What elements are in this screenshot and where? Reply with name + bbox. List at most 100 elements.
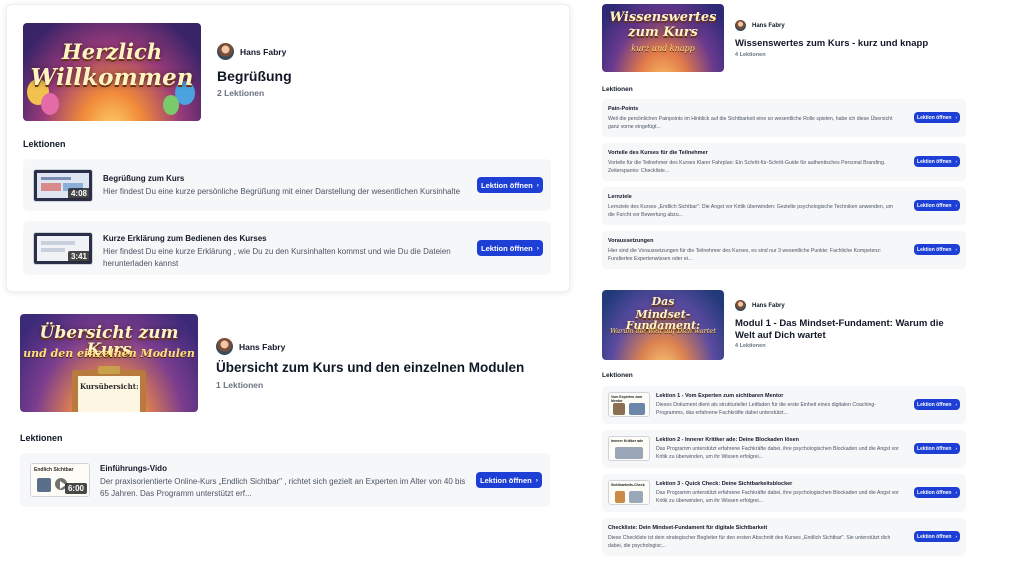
chevron-right-icon: › [955,203,957,208]
preview-bar [41,241,75,245]
open-lesson-label: Lektion öffnen [917,489,952,496]
lesson-description: Diese Checkliste ist dein strategischer … [608,535,891,549]
lesson-row[interactable]: Checkliste: Dein Mindset-Fundament für d… [602,518,966,556]
lesson-title[interactable]: Checkliste: Dein Mindset-Fundament für d… [608,525,767,531]
lesson-row[interactable]: Endlich Sichtbar 6:00 Einführungs-Vido D… [20,453,550,507]
thumbnail-title-line1: Das [651,295,675,308]
balloon-right-2 [163,95,179,115]
lesson-description: Hier sind die Voraussetzungen für die Te… [608,248,882,262]
lesson-title[interactable]: Lernziele [608,194,632,200]
lesson-title[interactable]: Pain-Points [608,106,638,112]
chevron-right-icon: › [535,476,538,484]
lesson-description: Dieses Dokument dient als strukturieller… [656,402,877,416]
lesson-row[interactable]: Pain-Points Weil die persönlichen Painpo… [602,99,966,137]
module-thumbnail-welcome[interactable]: Herzlich Willkommen [23,23,201,121]
balloon-left-2 [41,93,59,115]
lesson-thumb-figure [615,447,643,459]
video-duration: 3:41 [67,251,90,262]
module-author: Hans Fabry [735,300,785,311]
lesson-video-thumbnail[interactable]: Endlich Sichtbar 6:00 [30,463,90,497]
lesson-thumb-figure [629,491,643,503]
chevron-right-icon: › [955,247,957,252]
lesson-row[interactable]: 3:41 Kurze Erklärung zum Bedienen des Ku… [23,221,551,275]
author-name: Hans Fabry [239,341,286,352]
lesson-thumbnail[interactable]: Sichtbarkeits-Check [608,480,650,505]
open-lesson-button[interactable]: Lektion öffnen › [914,244,960,255]
chevron-right-icon: › [955,402,957,407]
module-title[interactable]: Begrüßung [217,68,292,84]
clipboard-clip [98,366,120,374]
lessons-heading: Lektionen [602,86,633,93]
lesson-thumb-label: Vom Experten zum Mentor [611,395,643,403]
open-lesson-button[interactable]: Lektion öffnen › [914,112,960,123]
thumbnail-subtitle: kurz und knapp [631,44,695,53]
thumbnail-title-line1: Wissenswertes [609,10,717,25]
open-lesson-label: Lektion öffnen [917,533,952,540]
lesson-thumb-label: Sichtbarkeits-Check [611,483,645,487]
lesson-row[interactable]: Vom Experten zum Mentor Lektion 1 - Vom … [602,386,966,424]
video-thumb-figure [37,478,51,492]
thumbnail-title-line2: zum Kurs [628,25,698,40]
module-title[interactable]: Wissenswertes zum Kurs - kurz und knapp [735,38,928,49]
lesson-row[interactable]: Voraussetzungen Hier sind die Voraussetz… [602,231,966,269]
module-lesson-count: 4 Lektionen [735,343,766,349]
clipboard-label: Kursübersicht: [80,382,139,391]
author-avatar [216,338,233,355]
module-title[interactable]: Übersicht zum Kurs und den einzelnen Mod… [216,360,524,375]
open-lesson-button[interactable]: Lektion öffnen › [476,472,542,488]
lesson-thumbnail[interactable]: Vom Experten zum Mentor [608,392,650,417]
open-lesson-label: Lektion öffnen [917,246,952,253]
open-lesson-button[interactable]: Lektion öffnen › [914,487,960,498]
chevron-right-icon: › [955,159,957,164]
lesson-row[interactable]: Lernziele Lernziele des Kurses „Endlich … [602,187,966,225]
open-lesson-label: Lektion öffnen [917,158,952,165]
lesson-title[interactable]: Lektion 2 - Innerer Kritiker ade: Deine … [656,437,799,443]
lesson-video-thumbnail[interactable]: 3:41 [33,232,93,265]
lesson-title[interactable]: Vorteile des Kurses für die Teilnehmer [608,150,708,156]
lesson-description: Hier findest Du eine kurze Erklärung , w… [103,247,451,268]
open-lesson-button[interactable]: Lektion öffnen › [914,443,960,454]
author-name: Hans Fabry [752,22,785,29]
video-thumb-label: Endlich Sichtbar [34,467,74,473]
thumbnail-title-line1: Herzlich [61,39,163,64]
lesson-title[interactable]: Begrüßung zum Kurs [103,174,184,183]
module-thumbnail-overview[interactable]: Übersicht zum Kurs und den einzelnen Mod… [20,314,198,412]
open-lesson-button[interactable]: Lektion öffnen › [914,531,960,542]
open-lesson-button[interactable]: Lektion öffnen › [914,156,960,167]
lesson-title[interactable]: Kurze Erklärung zum Bedienen des Kurses [103,234,267,243]
lesson-thumbnail[interactable]: Innerer Kritiker ade [608,436,650,461]
lesson-row[interactable]: Sichtbarkeits-Check Lektion 3 - Quick Ch… [602,474,966,512]
open-lesson-button[interactable]: Lektion öffnen › [477,177,543,193]
thumbnail-title-line2: Willkommen [30,64,194,91]
lesson-description: Hier findest Du eine kurze persönliche B… [103,187,461,196]
lesson-row[interactable]: Innerer Kritiker ade Lektion 2 - Innerer… [602,430,966,468]
module-thumbnail-facts[interactable]: Wissenswertes zum Kurs kurz und knapp [602,4,724,72]
module-author: Hans Fabry [735,20,785,31]
open-lesson-button[interactable]: Lektion öffnen › [914,200,960,211]
lesson-title[interactable]: Einführungs-Vido [100,464,167,473]
module-thumbnail-mindset[interactable]: Das Mindset-Fundament: Warum die Welt au… [602,290,724,360]
lesson-title[interactable]: Voraussetzungen [608,238,653,244]
author-avatar [735,300,746,311]
lesson-title[interactable]: Lektion 1 - Vom Experten zum sichtbaren … [656,393,783,399]
video-duration: 6:00 [64,483,87,494]
lessons-heading: Lektionen [20,433,63,443]
preview-bar [41,183,61,191]
lesson-title[interactable]: Lektion 3 - Quick Check: Deine Sichtbark… [656,481,792,487]
video-duration: 4:08 [67,188,90,199]
lesson-video-thumbnail[interactable]: 4:08 [33,169,93,202]
open-lesson-label: Lektion öffnen [481,180,533,190]
lesson-description: Der praxisorientierte Online-Kurs „Endli… [100,477,466,498]
preview-bar [41,248,65,252]
module-title[interactable]: Modul 1 - Das Mindset-Fundament: Warum d… [735,318,955,342]
lesson-description: Das Programm unterstützt erfahrene Fachk… [656,490,899,504]
lesson-row[interactable]: Vorteile des Kurses für die Teilnehmer V… [602,143,966,181]
open-lesson-button[interactable]: Lektion öffnen › [914,399,960,410]
lesson-row[interactable]: 4:08 Begrüßung zum Kurs Hier findest Du … [23,159,551,211]
module-author: Hans Fabry [216,338,285,355]
module-lesson-count: 1 Lektionen [216,380,264,390]
open-lesson-button[interactable]: Lektion öffnen › [477,240,543,256]
chevron-right-icon: › [955,446,957,451]
open-lesson-label: Lektion öffnen [917,401,952,408]
lesson-description: Vorteile für die Teilnehmer des Kurses K… [608,160,886,174]
